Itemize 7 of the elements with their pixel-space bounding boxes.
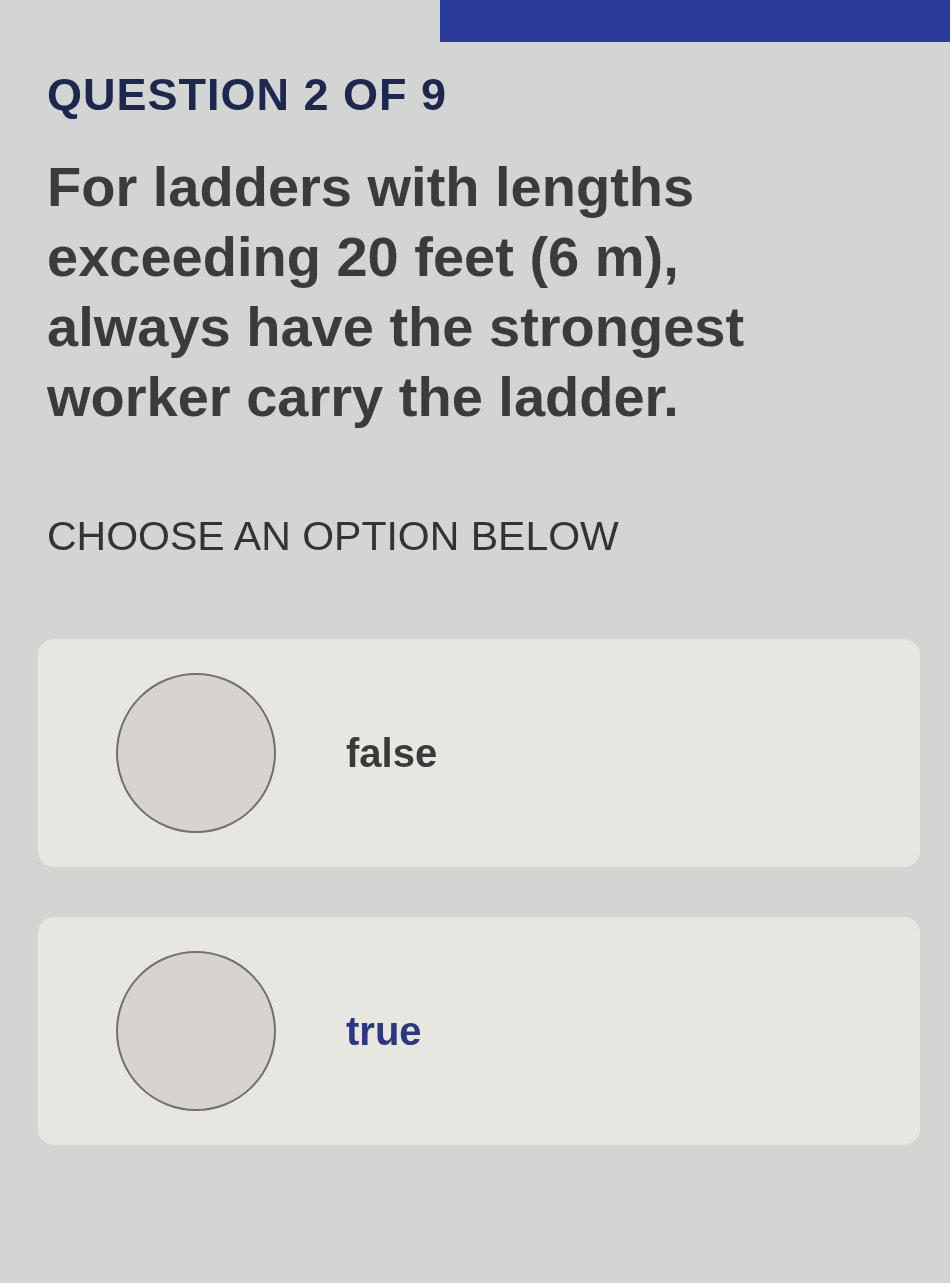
option-label: false — [346, 730, 438, 778]
option-label: true — [346, 1008, 422, 1056]
question-text: For ladders with lengths exceeding 20 feet (6 m), always have the strongest worker carry the ladder. — [47, 154, 746, 430]
option-card[interactable]: false — [38, 639, 920, 868]
instruction-text: CHOOSE AN OPTION BELOW — [47, 512, 619, 561]
option-card[interactable]: true — [38, 917, 920, 1146]
question-counter: QUESTION 2 OF 9 — [47, 68, 448, 122]
